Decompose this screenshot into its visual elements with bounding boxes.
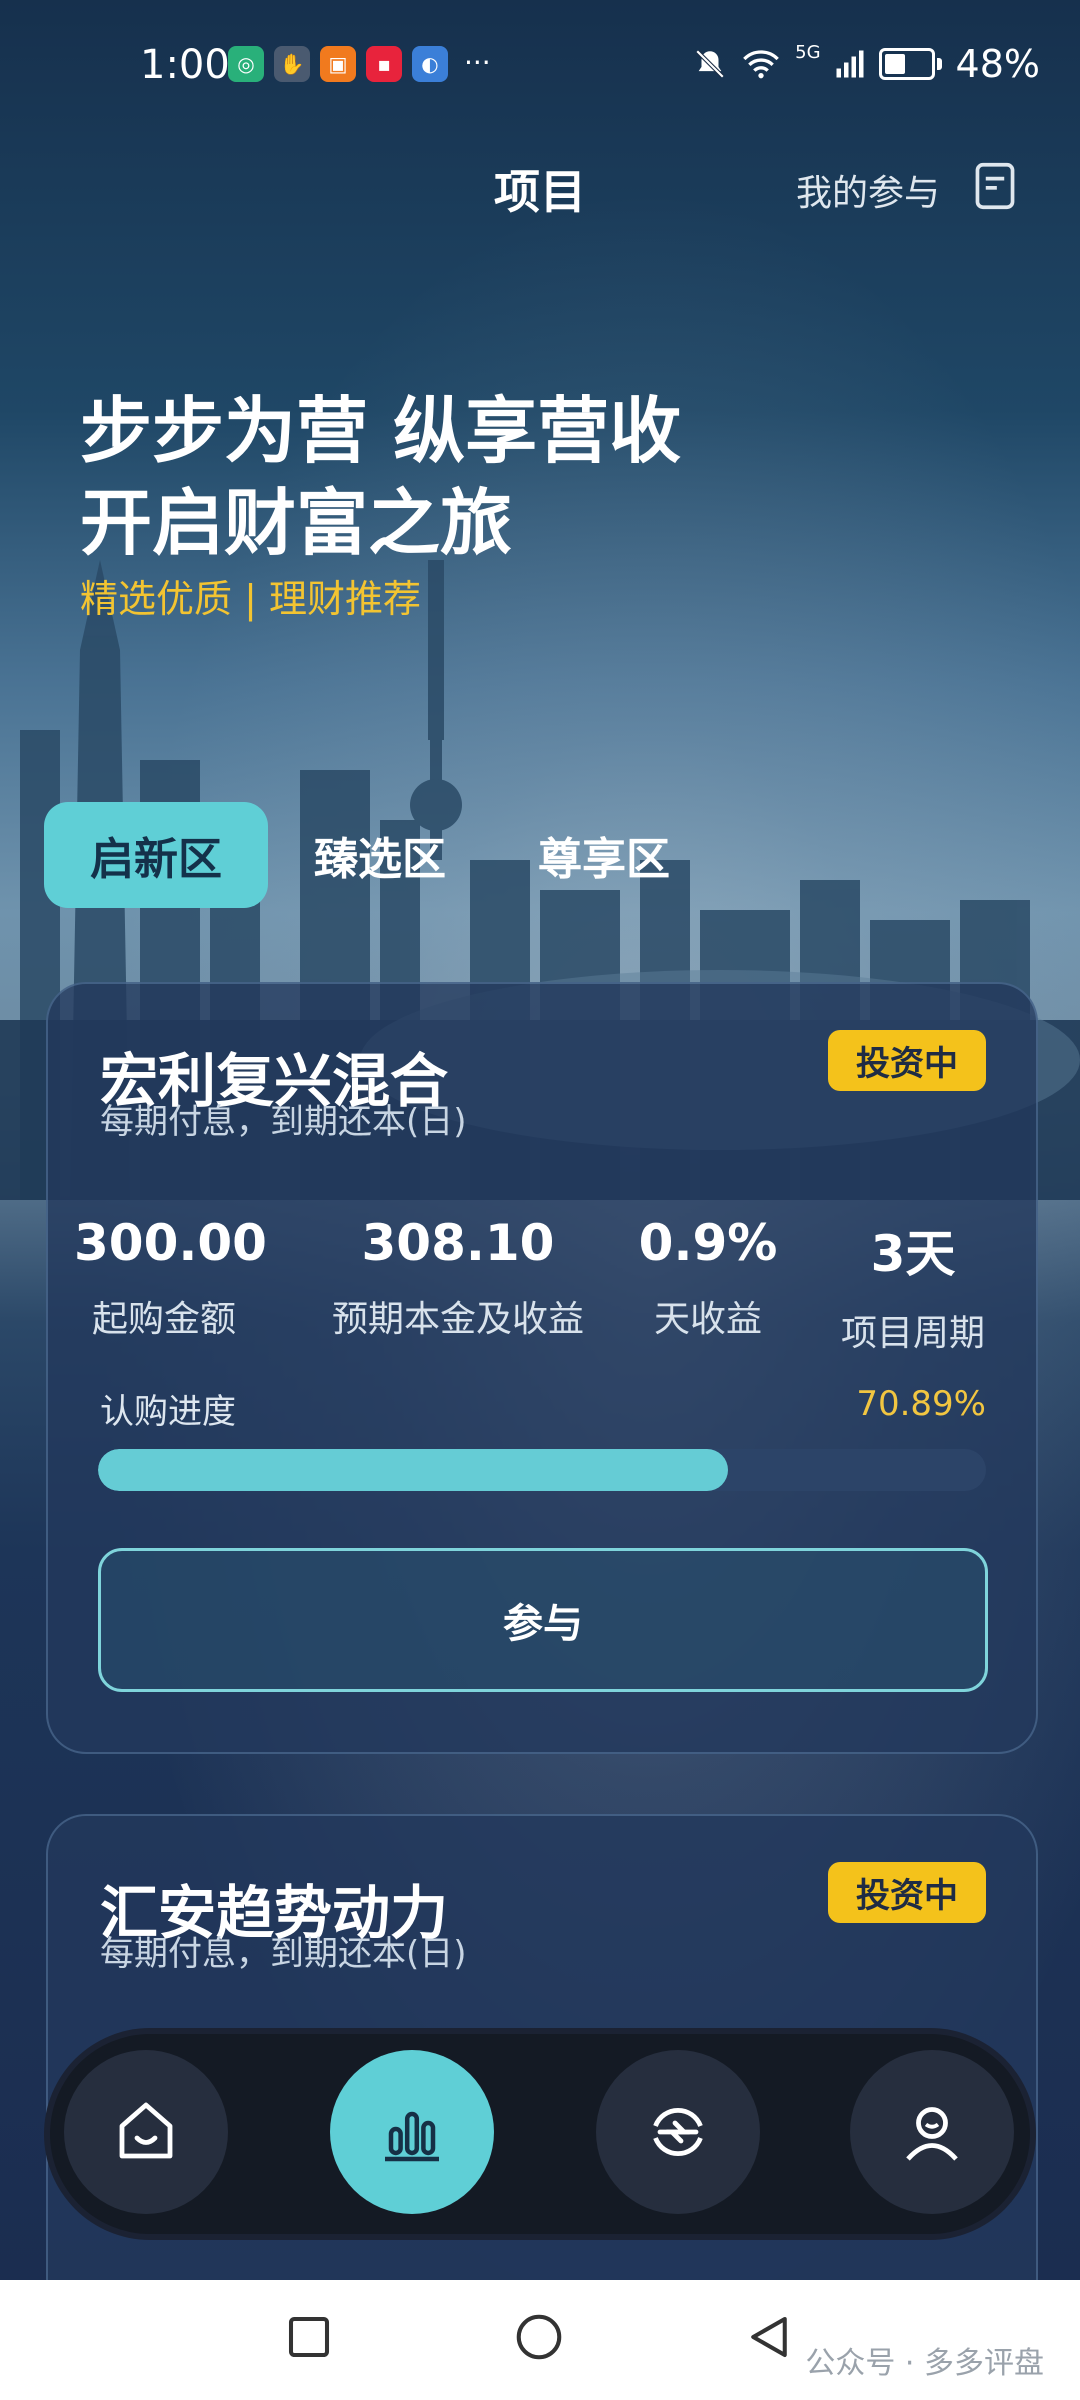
- stat-value: 0.9%: [638, 1214, 778, 1272]
- tab-qixin[interactable]: 启新区: [44, 802, 268, 908]
- network-type: 5G: [795, 42, 821, 63]
- product-desc: 每期付息，到期还本(日): [100, 1934, 467, 1974]
- battery-icon: [878, 48, 935, 80]
- zone-tabs: 启新区 臻选区 尊享区: [44, 800, 716, 910]
- recents-icon[interactable]: [282, 2310, 336, 2364]
- status-bar: 1:00 ◎ ✋ ▣ ▪ ◐ ··· 5G 48%: [0, 0, 1080, 130]
- hero-line-1: 步步为营 纵享营收: [80, 389, 682, 473]
- stat-daily-yield: 0.9% 天收益: [628, 1214, 788, 1342]
- home-icon: [119, 2102, 173, 2159]
- battery-percent: 48%: [955, 42, 1040, 86]
- stat-value: 308.10: [361, 1214, 555, 1272]
- tab-zhenxuan[interactable]: 臻选区: [268, 802, 492, 908]
- status-right: 5G 48%: [693, 42, 1040, 86]
- document-icon[interactable]: [974, 162, 1016, 210]
- status-app-icons: ◎ ✋ ▣ ▪ ◐ ···: [228, 46, 491, 82]
- hero-line-2: 开启财富之旅: [80, 481, 513, 565]
- nav-exchange[interactable]: [596, 2050, 760, 2214]
- stat-min-purchase: 300.00 起购金额: [74, 1214, 267, 1342]
- stat-label: 天收益: [653, 1299, 762, 1340]
- app-notification-icon: ◐: [412, 46, 448, 82]
- progress-fill: [98, 1449, 728, 1491]
- bell-mute-icon: [695, 49, 725, 79]
- app-notification-icon: ▣: [320, 46, 356, 82]
- nav-home[interactable]: [64, 2050, 228, 2214]
- status-badge: 投资中: [828, 1862, 986, 1923]
- stat-value: 300.00: [74, 1214, 267, 1272]
- progress-track: [98, 1449, 986, 1491]
- user-icon: [906, 2107, 958, 2161]
- my-participation-link[interactable]: 我的参与: [796, 164, 940, 216]
- hand-icon: ✋: [274, 46, 310, 82]
- screen: 1:00 ◎ ✋ ▣ ▪ ◐ ··· 5G 48% 项目 我的参与 步步为营 纵…: [0, 0, 1080, 2280]
- hero-title: 步步为营 纵享营收 开启财富之旅: [80, 385, 681, 569]
- stat-expected-return: 308.10 预期本金及收益: [318, 1214, 598, 1342]
- nav-projects[interactable]: [330, 2050, 494, 2214]
- system-nav-bar: 公众号 · 多多评盘: [0, 2280, 1080, 2400]
- watermark: 公众号 · 多多评盘: [805, 2346, 1044, 2381]
- progress-label: 认购进度: [100, 1392, 236, 1432]
- back-icon[interactable]: [742, 2310, 796, 2364]
- more-notifications-icon: ···: [464, 46, 491, 79]
- exchange-icon: [653, 2108, 703, 2156]
- signal-icon: [836, 50, 864, 78]
- status-time: 1:00: [140, 42, 230, 88]
- stat-period: 3天 项目周期: [818, 1214, 1008, 1356]
- progress-percent: 70.89%: [856, 1384, 986, 1424]
- hero-tagline: 精选优质 | 理财推荐: [80, 577, 421, 621]
- chart-icon: [385, 2111, 439, 2162]
- product-card[interactable]: 宏利复兴混合 每期付息，到期还本(日) 投资中 300.00 起购金额 308.…: [46, 982, 1038, 1754]
- tab-zunxiang[interactable]: 尊享区: [492, 802, 716, 908]
- bottom-nav: [50, 2034, 1030, 2234]
- product-desc: 每期付息，到期还本(日): [100, 1102, 467, 1142]
- top-bar: 项目 我的参与: [0, 150, 1080, 230]
- home-circle-icon[interactable]: [512, 2310, 566, 2364]
- battery-tip: [936, 58, 942, 70]
- stat-label: 起购金额: [91, 1299, 236, 1340]
- stat-label: 预期本金及收益: [331, 1299, 584, 1340]
- app-notification-icon: ▪: [366, 46, 402, 82]
- nav-profile[interactable]: [850, 2050, 1014, 2214]
- app-notification-icon: ◎: [228, 46, 264, 82]
- wifi-icon: [743, 50, 779, 79]
- stat-label: 项目周期: [840, 1313, 985, 1354]
- join-button[interactable]: 参与: [98, 1548, 988, 1692]
- stat-value: 3天: [870, 1225, 956, 1283]
- status-badge: 投资中: [828, 1030, 986, 1091]
